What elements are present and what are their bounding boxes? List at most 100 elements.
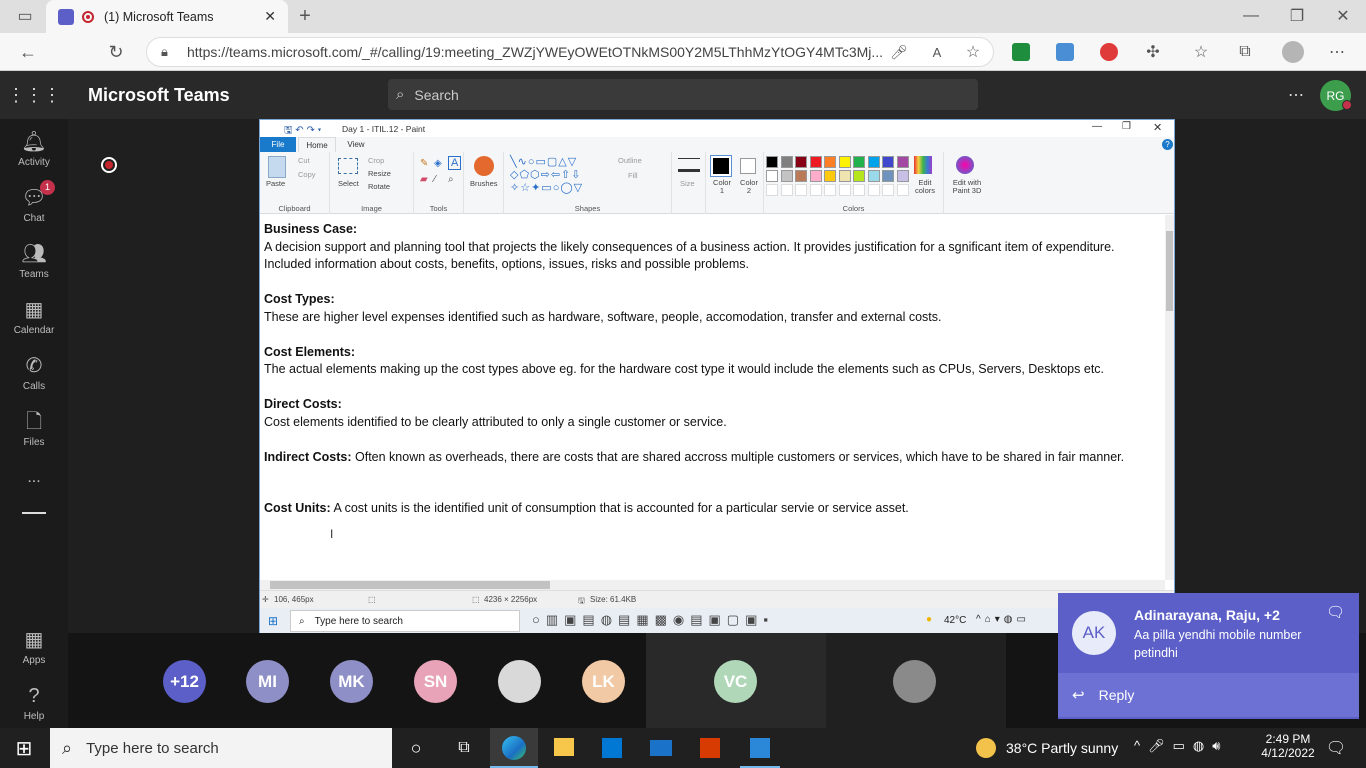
cut-label[interactable]: Cut: [298, 156, 310, 165]
participant-avatar[interactable]: VC: [714, 660, 757, 703]
palette-swatch-empty[interactable]: [867, 184, 880, 196]
palette-swatch[interactable]: [882, 156, 894, 168]
rail-item-calls[interactable]: ✆ Calls: [0, 351, 68, 407]
store-icon[interactable]: [602, 738, 622, 758]
copy-label[interactable]: Copy: [298, 170, 316, 179]
palette-swatch-empty[interactable]: [882, 184, 894, 196]
palette-swatch[interactable]: [896, 156, 909, 168]
palette-swatch-empty[interactable]: [780, 184, 793, 196]
menu-home[interactable]: Home: [298, 137, 336, 152]
paint-help-icon[interactable]: ?: [1162, 139, 1173, 150]
restore-icon[interactable]: ❐: [1284, 4, 1310, 28]
menu-view[interactable]: View: [340, 137, 372, 152]
palette-swatch[interactable]: [780, 156, 793, 168]
fill-label[interactable]: Fill: [628, 171, 638, 180]
crop-label[interactable]: Crop: [368, 156, 384, 165]
horizontal-scrollbar[interactable]: [260, 580, 1165, 590]
collections-icon[interactable]: ⧉: [1234, 40, 1256, 64]
system-tray-icons[interactable]: ^🎤︎▭◍🔊︎: [1134, 738, 1228, 754]
resize-label[interactable]: Resize: [368, 169, 391, 178]
palette-swatch[interactable]: [809, 170, 822, 182]
size-icon[interactable]: [678, 158, 700, 172]
minimize-icon[interactable]: —: [1238, 4, 1264, 28]
outline-label[interactable]: Outline: [618, 156, 642, 165]
mail-icon[interactable]: [650, 740, 672, 756]
taskbar-photos[interactable]: [740, 728, 780, 768]
fill-icon[interactable]: ◈: [434, 158, 442, 169]
palette-swatch[interactable]: [882, 170, 894, 182]
browser-tab[interactable]: (1) Microsoft Teams ✕: [46, 0, 288, 33]
palette-swatch-empty[interactable]: [896, 184, 909, 196]
palette-swatch[interactable]: [766, 170, 778, 182]
rail-item-chat[interactable]: 💬︎ Chat 1: [0, 180, 68, 239]
palette-swatch[interactable]: [867, 170, 880, 182]
color2-swatch[interactable]: [740, 158, 756, 174]
select-label[interactable]: Select: [338, 179, 359, 188]
search-input[interactable]: ⌕ Search: [388, 79, 978, 110]
rail-item-files[interactable]: 🗋︎ Files: [0, 407, 68, 463]
microphone-icon[interactable]: 🎤︎: [888, 40, 910, 64]
notification-center-icon[interactable]: 🗨︎: [1324, 736, 1348, 760]
extension-red-icon[interactable]: [1100, 43, 1118, 61]
paint3d-icon[interactable]: [956, 156, 974, 174]
close-tab-icon[interactable]: ✕: [264, 8, 276, 25]
paint-canvas[interactable]: Business Case: A decision support and pla…: [260, 215, 1165, 580]
more-icon[interactable]: ⋯: [1284, 83, 1308, 107]
start-icon[interactable]: ⊞: [12, 736, 36, 760]
palette-swatch-empty[interactable]: [853, 184, 865, 196]
cortana-icon[interactable]: ○: [404, 736, 428, 760]
url-bar[interactable]: 🔒︎ https://teams.microsoft.com/_#/callin…: [146, 37, 994, 67]
close-window-icon[interactable]: ✕: [1330, 4, 1356, 28]
palette-swatch[interactable]: [824, 170, 836, 182]
rail-item-teams[interactable]: 👥︎ Teams: [0, 239, 68, 295]
participant-avatar[interactable]: SN: [414, 660, 457, 703]
color1-label[interactable]: Color 1: [710, 179, 734, 195]
chat-bubble-icon[interactable]: 🗨︎: [1326, 603, 1345, 621]
palette-swatch[interactable]: [766, 156, 778, 168]
paint3d-label[interactable]: Edit with Paint 3D: [946, 179, 988, 195]
participant-avatar[interactable]: +12: [163, 660, 206, 703]
palette-swatch[interactable]: [795, 170, 807, 182]
palette-swatch-empty[interactable]: [795, 184, 807, 196]
extension-blue-icon[interactable]: [1056, 43, 1074, 61]
vertical-scrollbar[interactable]: [1165, 215, 1174, 580]
extensions-puzzle-icon[interactable]: ✣: [1142, 40, 1164, 64]
brushes-label[interactable]: Brushes: [470, 179, 498, 188]
edit-colors-icon[interactable]: [914, 156, 932, 174]
size-label[interactable]: Size: [680, 179, 695, 188]
participant-avatar[interactable]: [498, 660, 541, 703]
palette-swatch-empty[interactable]: [838, 184, 851, 196]
taskbar-edge[interactable]: [490, 728, 538, 768]
palette-swatch[interactable]: [853, 156, 865, 168]
weather-text[interactable]: 38°C Partly sunny: [1006, 740, 1118, 756]
shapes-gallery[interactable]: ╲∿○▭▢△▽ ◇⬠⬡⇨⇦⇧⇩ ✧☆✦▭○◯▽: [510, 156, 583, 195]
palette-swatch[interactable]: [809, 156, 822, 168]
participant-avatar[interactable]: [893, 660, 936, 703]
pencil-icon[interactable]: ✎: [420, 158, 428, 169]
favorites-icon[interactable]: ☆: [1190, 40, 1212, 64]
refresh-icon[interactable]: ↻: [104, 40, 128, 64]
extension-sheets-icon[interactable]: [1012, 43, 1030, 61]
participant-avatar[interactable]: MI: [246, 660, 289, 703]
read-aloud-icon[interactable]: A: [926, 40, 948, 64]
reply-button[interactable]: ↩ Reply: [1058, 673, 1359, 717]
chat-toast[interactable]: AK Adinarayana, Raju, +2 Aa pilla yendhi…: [1058, 593, 1359, 719]
office-icon[interactable]: [700, 738, 720, 758]
taskbar-search-box[interactable]: ⌕ Type here to search: [50, 728, 392, 768]
task-view-icon[interactable]: ⧉: [452, 736, 476, 760]
back-icon[interactable]: ←: [16, 40, 40, 64]
tab-actions-icon[interactable]: ▭: [14, 6, 36, 26]
text-tool-icon[interactable]: A: [448, 156, 462, 170]
new-tab-icon[interactable]: +: [292, 4, 318, 28]
color2-label[interactable]: Color 2: [738, 179, 760, 195]
color1-swatch[interactable]: [710, 155, 732, 177]
palette-swatch[interactable]: [838, 156, 851, 168]
rail-item-apps[interactable]: ▦ Apps: [0, 625, 68, 681]
brushes-icon[interactable]: [474, 156, 494, 176]
favorite-star-icon[interactable]: ☆: [962, 40, 984, 64]
rail-item-calendar[interactable]: ▦ Calendar: [0, 295, 68, 351]
more-options-icon[interactable]: ⋯: [1326, 40, 1348, 64]
paint-close-icon[interactable]: ✕: [1153, 121, 1162, 134]
palette-swatch[interactable]: [795, 156, 807, 168]
palette-swatch-empty[interactable]: [824, 184, 836, 196]
